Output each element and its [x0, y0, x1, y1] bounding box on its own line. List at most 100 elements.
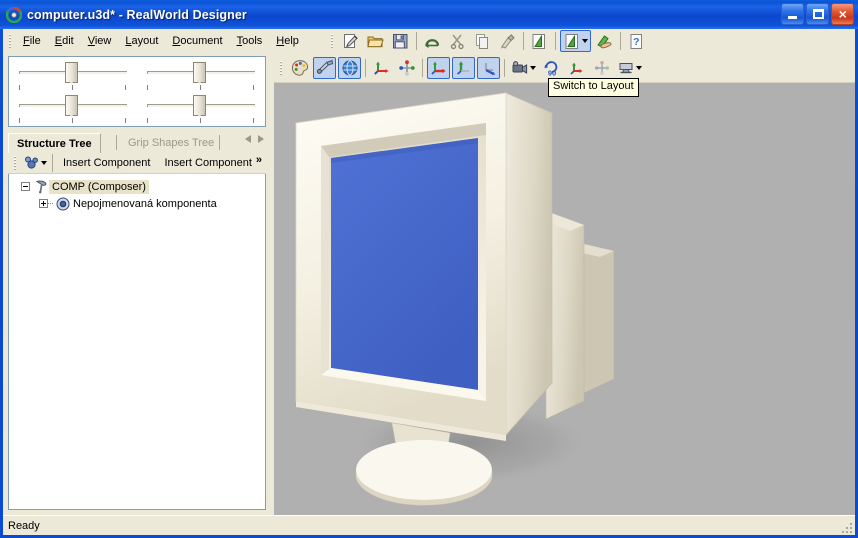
menu-grip[interactable]: [6, 32, 14, 50]
slider-ticks: [19, 85, 127, 91]
client-area: Structure Tree Grip Shapes Tree Insert C…: [3, 53, 855, 515]
camera-button[interactable]: [509, 57, 538, 79]
monitor-dropdown-icon: [619, 62, 633, 73]
chevron-left-icon[interactable]: [245, 135, 251, 143]
resize-grip[interactable]: [839, 520, 853, 534]
chevron-down-icon: [581, 39, 588, 43]
export-button[interactable]: [528, 30, 551, 52]
crt-monitor-3d-model: [294, 92, 615, 506]
palette-icon: [291, 59, 308, 76]
environment-button[interactable]: [338, 56, 361, 79]
insert-component-button-2[interactable]: Insert Component: [157, 157, 258, 169]
materials-button[interactable]: [288, 57, 311, 79]
save-button[interactable]: [389, 30, 412, 52]
view-preset-button[interactable]: [615, 57, 644, 79]
axis-move-icon: [373, 61, 388, 75]
menu-layout[interactable]: Layout: [118, 32, 165, 50]
toolbar-separator: [422, 58, 423, 77]
tree-expand-toggle[interactable]: [39, 199, 48, 208]
chevron-right-icon[interactable]: [258, 135, 264, 143]
save-floppy-icon: [393, 33, 408, 48]
menu-tools[interactable]: Tools: [230, 32, 270, 50]
toolbar-grip[interactable]: [328, 32, 336, 50]
tooltip: Switch to Layout: [548, 78, 639, 97]
open-button[interactable]: [364, 30, 387, 52]
tree-item-component[interactable]: Nepojmenovaná komponenta: [9, 195, 265, 212]
toolbar-separator: [523, 32, 524, 50]
window-controls: ×: [781, 3, 854, 25]
layout-dropdown-button[interactable]: [560, 30, 591, 52]
new-button[interactable]: [339, 30, 362, 52]
blue-node-dropdown-icon: [25, 156, 38, 169]
slider-top-left[interactable]: [17, 60, 129, 90]
axis-y-button[interactable]: [452, 56, 475, 79]
component-sphere-icon: [56, 197, 70, 210]
title-bar: computer.u3d* - RealWorld Designer ×: [0, 0, 858, 29]
slider-thumb[interactable]: [65, 95, 78, 116]
open-folder-icon: [367, 36, 384, 47]
toolbar-separator: [504, 58, 505, 77]
structure-tree[interactable]: COMP (Composer) Nepojmenovaná komponenta: [8, 174, 266, 510]
slider-ticks: [147, 85, 255, 91]
pivot-button[interactable]: [590, 57, 613, 79]
pivot-small-icon: [594, 60, 609, 75]
minimize-button[interactable]: [781, 3, 804, 25]
lighting-button[interactable]: [313, 56, 336, 79]
close-button[interactable]: ×: [831, 3, 854, 25]
toolbar-separator: [416, 32, 417, 50]
chevron-down-icon: [636, 65, 642, 70]
help-button[interactable]: ?: [625, 30, 648, 52]
panel-tabs: Structure Tree Grip Shapes Tree: [8, 131, 266, 153]
slider-thumb[interactable]: [193, 95, 206, 116]
svg-text:90: 90: [547, 68, 555, 77]
tree-item-comp[interactable]: COMP (Composer): [9, 178, 265, 195]
copy-button[interactable]: [471, 30, 494, 52]
maximize-icon: [813, 9, 824, 19]
hand-apply-icon: [597, 34, 612, 48]
tree-connector: [48, 203, 53, 204]
toolbar-separator: [620, 32, 621, 50]
toolbar-overflow-button[interactable]: »: [256, 154, 262, 166]
axis-x-button[interactable]: [427, 56, 450, 79]
pivot-gizmo-button[interactable]: [395, 57, 418, 79]
globe-icon: [342, 60, 357, 75]
slider-bottom-right[interactable]: [145, 93, 257, 123]
undo-button[interactable]: [421, 30, 444, 52]
cut-button[interactable]: [446, 30, 469, 52]
gizmo-button[interactable]: [565, 57, 588, 79]
insert-component-button-1[interactable]: Insert Component: [56, 157, 157, 169]
export-green-icon: [532, 33, 545, 49]
menu-view[interactable]: View: [81, 32, 119, 50]
flashlight-icon: [316, 59, 333, 74]
tree-toolbar-grip[interactable]: [11, 154, 19, 172]
3d-viewport[interactable]: [274, 83, 855, 515]
tab-grip-shapes-tree[interactable]: Grip Shapes Tree: [120, 133, 222, 153]
toolbar-separator: [52, 154, 53, 172]
maximize-button[interactable]: [806, 3, 829, 25]
menu-file[interactable]: File: [16, 32, 48, 50]
close-icon: ×: [838, 6, 847, 22]
slider-ticks: [19, 118, 127, 124]
menu-edit[interactable]: Edit: [48, 32, 81, 50]
tab-label: Grip Shapes Tree: [128, 137, 215, 149]
rotate-90-button[interactable]: 90: [540, 57, 563, 79]
tree-collapse-toggle[interactable]: [21, 182, 30, 191]
slider-top-right[interactable]: [145, 60, 257, 90]
slider-bottom-left[interactable]: [17, 93, 129, 123]
slider-thumb[interactable]: [65, 62, 78, 83]
tree-toolbar: Insert Component Insert Component »: [8, 153, 266, 174]
slider-thumb[interactable]: [193, 62, 206, 83]
slider-panel: [8, 56, 266, 127]
left-panel: Structure Tree Grip Shapes Tree Insert C…: [3, 53, 269, 515]
axis-z-button[interactable]: [477, 56, 500, 79]
menu-document[interactable]: Document: [165, 32, 229, 50]
apply-button[interactable]: [593, 30, 616, 52]
insert-node-button[interactable]: [21, 155, 49, 172]
chevron-down-icon: [41, 161, 47, 165]
view-toolbar-grip[interactable]: [277, 59, 285, 77]
menu-help[interactable]: Help: [269, 32, 306, 50]
move-gizmo-button[interactable]: [370, 57, 393, 79]
paste-button[interactable]: [496, 30, 519, 52]
chevron-down-icon: [530, 65, 536, 70]
tab-structure-tree[interactable]: Structure Tree: [8, 133, 101, 153]
